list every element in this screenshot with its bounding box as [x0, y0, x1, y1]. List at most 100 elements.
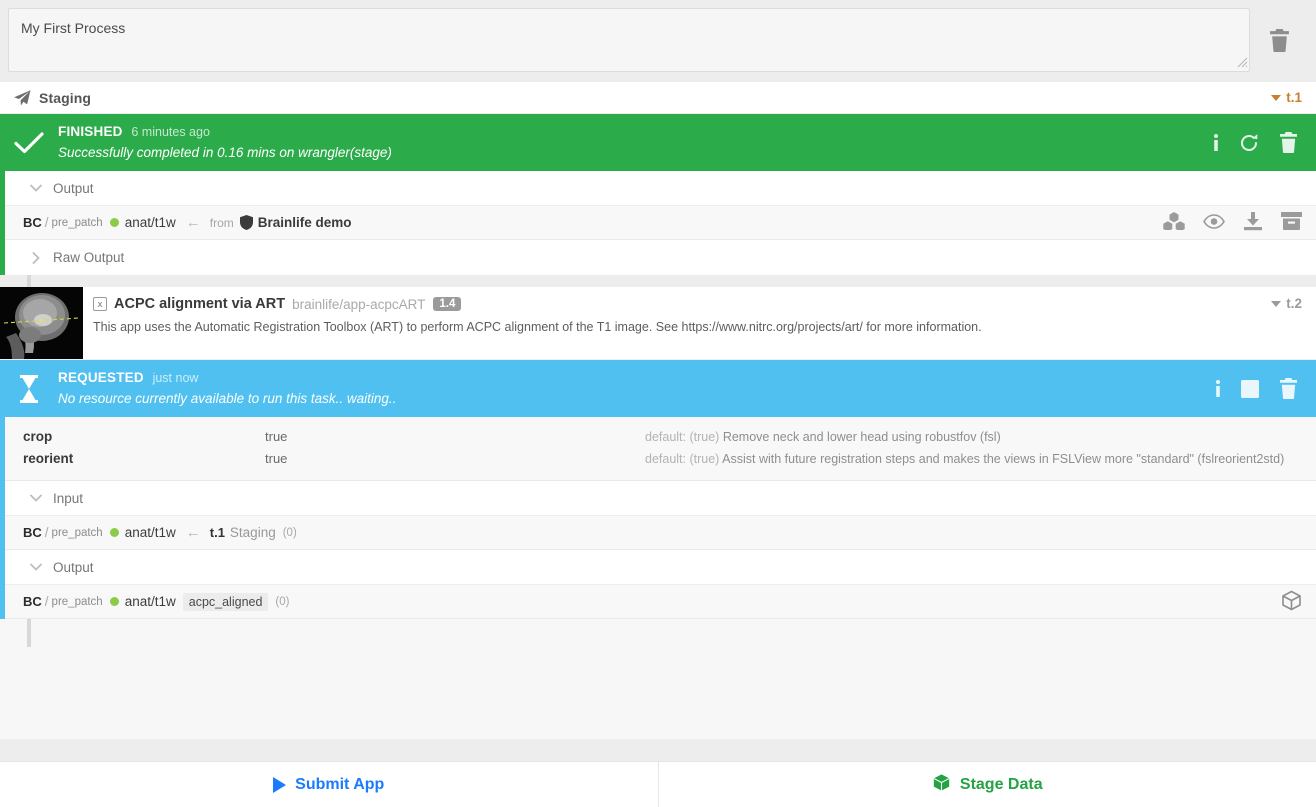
config-description-wrap: default: (true) Remove neck and lower he…: [645, 426, 1316, 448]
stage-data-button[interactable]: Stage Data: [659, 762, 1316, 807]
chevron-down-icon: [26, 184, 46, 192]
app-input-label: Input: [53, 490, 84, 506]
staging-output-row[interactable]: BC / pre_patch anat/t1w ← from Brainlife…: [5, 206, 1316, 240]
chevron-down-icon: [1271, 300, 1282, 307]
config-value: true: [265, 451, 288, 466]
delete-process-button[interactable]: [1250, 8, 1308, 72]
cubes-icon[interactable]: [1163, 212, 1185, 233]
cube-icon[interactable]: [1281, 590, 1302, 614]
tail-connector-line: [27, 619, 31, 647]
datatype-label: anat/t1w: [124, 594, 176, 609]
staging-output-header[interactable]: Output: [5, 171, 1316, 206]
staging-raw-output-header[interactable]: Raw Output: [5, 240, 1316, 275]
app-input-header[interactable]: Input: [5, 481, 1316, 516]
input-count: (0): [282, 526, 297, 539]
app-status-when: just now: [152, 371, 199, 386]
play-icon: [273, 776, 287, 793]
app-output-label: Output: [53, 559, 94, 575]
archive-icon[interactable]: [1281, 212, 1302, 233]
staging-tag-label: t.1: [1286, 90, 1302, 105]
stop-icon[interactable]: [1241, 379, 1259, 398]
staging-status-when: 6 minutes ago: [131, 125, 210, 140]
info-icon[interactable]: [1215, 379, 1221, 398]
shield-icon: [239, 215, 253, 230]
app-info: x ACPC alignment via ART brainlife/app-a…: [83, 287, 1271, 359]
staging-title: Staging: [39, 89, 92, 106]
app-output-actions: [1281, 590, 1302, 614]
project-path: pre_patch: [51, 595, 103, 608]
output-count: (0): [275, 595, 290, 608]
app-task-tag-wrap: t.2: [1271, 287, 1316, 359]
path-separator: /: [44, 525, 49, 540]
config-default-label: default: (true): [645, 452, 720, 466]
app-task-body: crop true default: (true) Remove neck an…: [0, 417, 1316, 619]
trash-icon[interactable]: [1279, 378, 1298, 399]
stage-data-label: Stage Data: [959, 775, 1043, 793]
rerun-icon[interactable]: [1239, 133, 1259, 153]
staging-title-bar: Staging t.1: [0, 82, 1316, 114]
task-tail-area: [0, 619, 1316, 739]
config-key: crop: [23, 429, 53, 444]
staging-status-bar: FINISHED 6 minutes ago Successfully comp…: [0, 114, 1316, 171]
status-dot: [109, 597, 119, 606]
cube-icon: [932, 773, 951, 797]
chevron-down-icon: [1271, 94, 1282, 101]
trash-icon[interactable]: [1279, 132, 1298, 153]
datatype-label: anat/t1w: [124, 215, 176, 230]
project-code: BC: [23, 215, 42, 230]
staging-status-name: FINISHED: [58, 124, 123, 140]
config-description-wrap: default: (true) Assist with future regis…: [645, 448, 1316, 470]
status-dot: [109, 218, 119, 227]
project-code: BC: [23, 525, 42, 540]
chevron-down-icon: [26, 563, 46, 571]
app-repo: brainlife/app-acpcART: [292, 296, 426, 312]
app-name: ACPC alignment via ART: [114, 296, 286, 312]
staging-body: Output BC / pre_patch anat/t1w ← from Br…: [0, 171, 1316, 275]
source-project-name: Brainlife demo: [257, 215, 352, 230]
project-code: BC: [23, 594, 42, 609]
config-default-label: default: (true): [645, 430, 720, 444]
eye-icon[interactable]: [1203, 213, 1225, 232]
app-tag-label: t.2: [1286, 296, 1302, 311]
staging-output-actions: [1163, 211, 1302, 234]
staging-status-detail: Successfully completed in 0.16 mins on w…: [58, 144, 392, 160]
app-output-header[interactable]: Output: [5, 550, 1316, 585]
app-card: x ACPC alignment via ART brainlife/app-a…: [0, 287, 1316, 360]
app-input-row[interactable]: BC / pre_patch anat/t1w ← t.1 Staging (0…: [5, 516, 1316, 550]
download-icon[interactable]: [1243, 211, 1263, 234]
process-detail-page: My First Process Staging t.1 FINISHED 6 …: [0, 0, 1316, 807]
config-row: crop true default: (true) Remove neck an…: [5, 426, 1316, 448]
source-task-ref: t.1: [209, 525, 225, 540]
trash-icon: [1269, 28, 1289, 52]
submit-app-button[interactable]: Submit App: [0, 762, 658, 807]
config-row: reorient true default: (true) Assist wit…: [5, 448, 1316, 470]
chevron-right-icon: [26, 251, 46, 264]
hourglass-icon: [0, 374, 58, 403]
staging-raw-output-label: Raw Output: [53, 250, 125, 265]
app-thumbnail: [0, 287, 83, 359]
check-icon: [0, 131, 58, 155]
app-output-row[interactable]: BC / pre_patch anat/t1w acpc_aligned (0): [5, 585, 1316, 619]
project-path: pre_patch: [51, 526, 103, 539]
app-status-actions: [1215, 378, 1302, 399]
app-status-texts: REQUESTED just now No resource currently…: [58, 369, 1215, 407]
process-description-input[interactable]: My First Process: [8, 8, 1250, 72]
arrow-left-icon: ←: [185, 214, 201, 231]
from-label: from: [209, 215, 234, 230]
app-task-tag[interactable]: t.2: [1271, 296, 1302, 311]
app-type-icon: x: [93, 297, 107, 311]
app-config-table: crop true default: (true) Remove neck an…: [5, 417, 1316, 481]
tail-rail: [4, 619, 9, 739]
info-icon[interactable]: [1213, 133, 1219, 152]
staging-output-label: Output: [53, 180, 94, 196]
action-footer: Submit App Stage Data: [0, 761, 1316, 807]
app-status-detail: No resource currently available to run t…: [58, 390, 397, 406]
config-key: reorient: [23, 451, 74, 466]
config-description: Assist with future registration steps an…: [722, 452, 1285, 466]
staging-status-texts: FINISHED 6 minutes ago Successfully comp…: [58, 123, 1213, 161]
arrow-left-icon: ←: [185, 524, 201, 541]
datatype-label: anat/t1w: [124, 525, 176, 540]
connector-line: [27, 275, 31, 287]
config-value: true: [265, 429, 288, 444]
staging-task-tag[interactable]: t.1: [1271, 90, 1302, 105]
